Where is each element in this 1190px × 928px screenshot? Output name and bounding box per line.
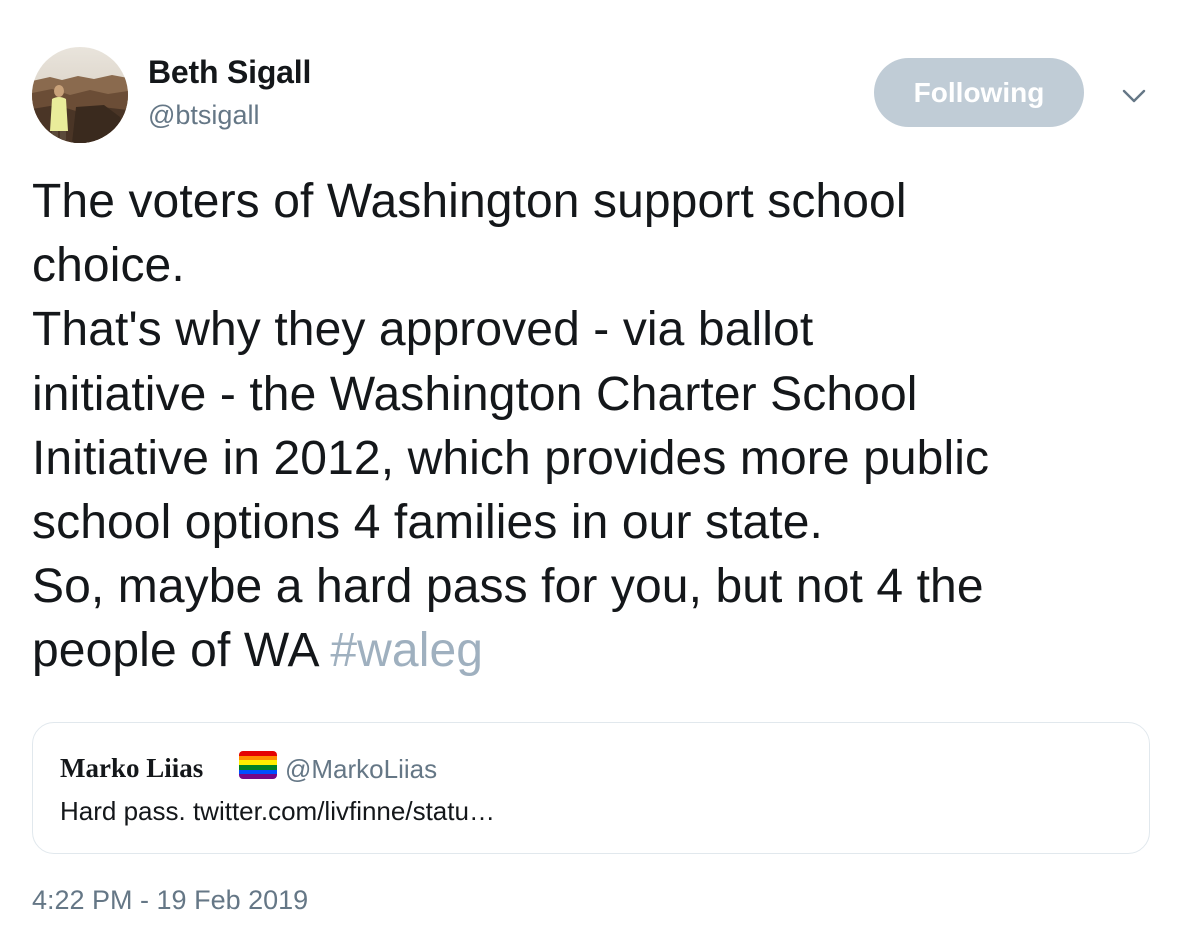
avatar-photo bbox=[32, 47, 128, 143]
tweet-text-line: The voters of Washington support school bbox=[32, 175, 907, 228]
avatar[interactable] bbox=[32, 47, 128, 143]
tweet-text-line: initiative - the Washington Charter Scho… bbox=[32, 367, 918, 421]
tweet-text-line: So, maybe a hard pass for you, but not 4… bbox=[32, 560, 984, 614]
tweet-text-line: choice. bbox=[32, 239, 185, 293]
quoted-tweet[interactable]: Marko Liias @MarkoLiias Hard pass. twitt… bbox=[32, 722, 1150, 854]
tweet-text: The voters of Washington support school … bbox=[32, 170, 1162, 684]
tweet-text-last-line-text: people of WA bbox=[32, 624, 331, 678]
quoted-author-name: Marko Liias bbox=[60, 753, 204, 783]
chevron-down-icon[interactable] bbox=[1118, 80, 1150, 112]
tweet-timestamp[interactable]: 4:22 PM - 19 Feb 2019 bbox=[32, 885, 308, 916]
tweet-text-line: school options 4 families in our state. bbox=[32, 496, 823, 550]
rainbow-flag-icon bbox=[239, 751, 277, 779]
author-handle[interactable]: @btsigall bbox=[148, 100, 259, 131]
following-button[interactable]: Following bbox=[874, 58, 1084, 127]
tweet-text-line: That's why they approved - via ballot bbox=[32, 303, 814, 357]
following-button-label: Following bbox=[913, 76, 1045, 108]
tweet-text-last-line: people of WA #waleg bbox=[32, 619, 1162, 683]
tweet-text-line: Initiative in 2012, which provides more … bbox=[32, 431, 990, 485]
quoted-author-handle: @MarkoLiias bbox=[285, 754, 438, 784]
tweet-card: Beth Sigall @btsigall Following The vote… bbox=[0, 0, 1190, 928]
author-name[interactable]: Beth Sigall bbox=[148, 54, 311, 91]
hashtag-link[interactable]: #waleg bbox=[330, 624, 483, 677]
quoted-tweet-text: Hard pass. twitter.com/livfinne/statu… bbox=[60, 796, 495, 826]
